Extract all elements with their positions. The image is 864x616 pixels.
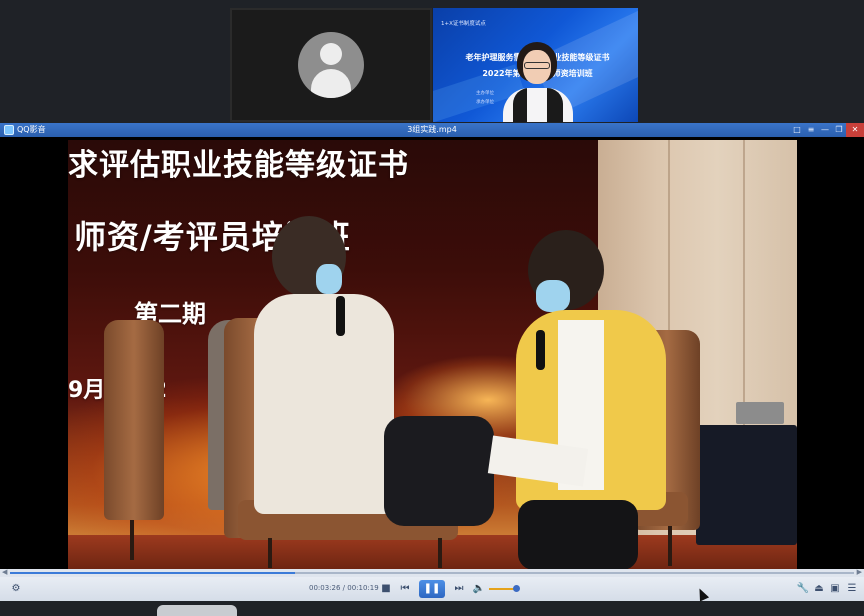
speaker-bg-organizer: 主办单位 [476,91,494,96]
playlist-icon[interactable]: ☰ [845,577,859,601]
next-icon[interactable]: ⏭ [452,577,466,601]
seek-progress [10,572,295,574]
volume-knob[interactable] [513,585,520,592]
projector [736,402,784,424]
seek-bar[interactable]: ◀ ▶ [0,568,864,577]
player-titlebar[interactable]: QQ影音 3组实践.mp4 □ ≡ — ❐ ✕ [0,123,864,137]
microphone-left [336,296,345,336]
default-avatar-icon [298,32,364,98]
banner-line-1: 求评估职业技能等级证书 [68,148,409,183]
window-controls: □ ≡ — ❐ ✕ [790,123,864,137]
video-area[interactable]: 求评估职业技能等级证书 师资/考评员培训班 第二期 9月2日-2 [0,137,864,569]
minimize-icon[interactable]: — [818,123,832,137]
side-table [696,425,797,545]
speaker-bg-tag: 1+X证书制度试点 [441,21,486,27]
taskbar-tab[interactable] [157,605,237,616]
participant-tile-speaker[interactable]: 1+X证书制度试点 老年护理服务需求评估职业技能等级证书 2022年第一期线上师… [433,8,638,122]
close-icon[interactable]: ✕ [846,123,864,137]
volume-icon[interactable]: 🔈 [472,577,486,601]
screen: 1+X证书制度试点 老年护理服务需求评估职业技能等级证书 2022年第一期线上师… [0,0,864,616]
menu-icon[interactable]: ≡ [804,123,818,137]
video-frame: 求评估职业技能等级证书 师资/考评员培训班 第二期 9月2日-2 [68,140,797,569]
mini-mode-icon[interactable]: □ [790,123,804,137]
stop-icon[interactable]: ■ [380,577,392,601]
person-interviewee [254,216,494,536]
file-name: 3组实践.mp4 [407,125,457,134]
restore-icon[interactable]: ❐ [832,123,846,137]
previous-icon[interactable]: ⏮ [398,577,412,601]
pause-button[interactable]: ❚❚ [419,580,445,598]
screen-icon[interactable]: ▣ [828,577,842,601]
video-player-window: QQ影音 3组实践.mp4 □ ≡ — ❐ ✕ 求评估职业技能等级证书 师资/考… [0,123,864,601]
seek-right-icon[interactable]: ▶ [857,568,862,576]
speaker-video [501,42,581,122]
tools-icon[interactable]: 🔧 [796,577,810,601]
speaker-bg-host: 承办单位 [476,100,494,105]
microphone-right [536,330,545,370]
person-interviewer [487,230,688,569]
control-bar: ⚙ 00:03:26 / 00:10:19 ■ ⏮ ❚❚ ⏭ 🔈 🔧 ⏏ ▣ ☰ [0,577,864,601]
seek-left-icon[interactable]: ◀ [2,568,7,576]
chair-back-left [104,320,164,520]
time-display: 00:03:26 / 00:10:19 [309,584,379,592]
participant-tile-camera-off[interactable] [230,8,432,122]
eject-icon[interactable]: ⏏ [812,577,826,601]
settings-icon[interactable]: ⚙ [8,577,24,601]
